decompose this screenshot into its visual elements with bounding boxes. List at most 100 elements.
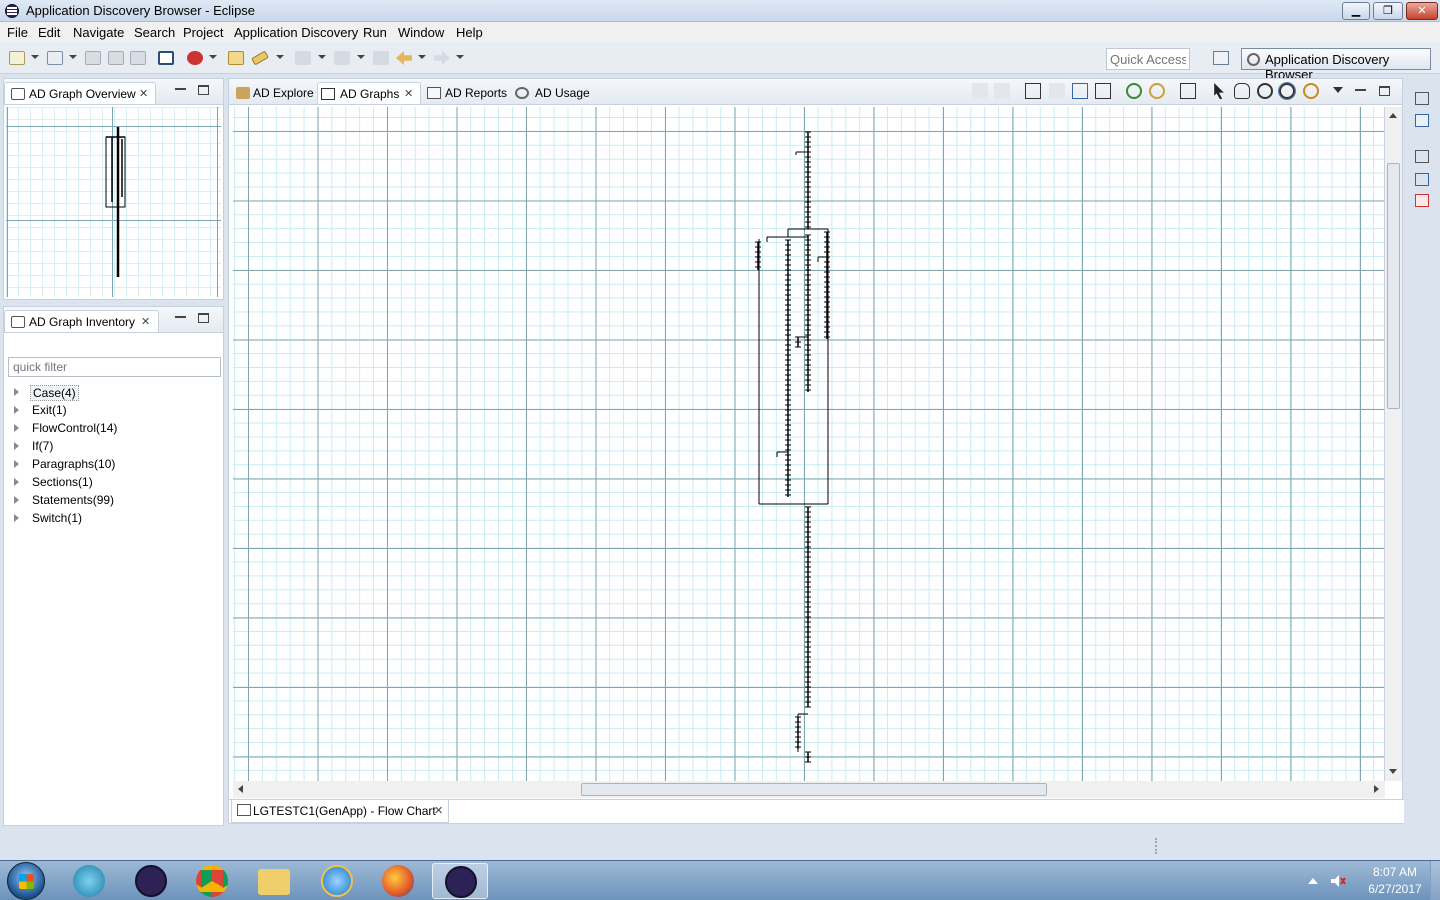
taskbar-eclipse-active[interactable] (432, 863, 488, 899)
scroll-down-icon[interactable] (1389, 769, 1397, 774)
menu-window[interactable]: Window (398, 25, 444, 40)
menu-run[interactable]: Run (363, 25, 387, 40)
collapse-right-icon[interactable] (994, 83, 1010, 99)
expand-icon[interactable] (14, 496, 19, 504)
clock-time[interactable]: 8:07 AM (1360, 865, 1430, 879)
expand-icon[interactable] (14, 406, 19, 414)
zoom-fit-icon[interactable] (1278, 82, 1296, 100)
filter-clear-icon[interactable] (1095, 83, 1111, 99)
close-tab-icon[interactable]: ✕ (434, 804, 443, 817)
expand-icon[interactable] (14, 514, 19, 522)
collapse-left-icon[interactable] (972, 83, 988, 99)
refresh-icon[interactable] (1126, 83, 1142, 99)
expand-icon[interactable] (14, 442, 19, 450)
new-package-icon[interactable] (47, 51, 63, 65)
show-desktop-button[interactable] (1430, 861, 1440, 900)
show-hidden-icons-icon[interactable] (1308, 878, 1318, 884)
save-all-icon[interactable] (108, 51, 124, 65)
properties-view-icon[interactable] (1415, 194, 1429, 207)
run-config-icon[interactable] (187, 51, 203, 65)
restore-button[interactable]: ❐ (1373, 2, 1403, 20)
expand-icon[interactable] (14, 478, 19, 486)
prev-annotation-dropdown-icon[interactable] (357, 55, 365, 59)
menu-application-discovery[interactable]: Application Discovery (234, 25, 358, 40)
zoom-icon[interactable] (1257, 83, 1273, 99)
filter-remove-icon[interactable] (1025, 83, 1041, 99)
scroll-up-icon[interactable] (1389, 113, 1397, 118)
taskbar-firefox[interactable] (370, 863, 426, 899)
minimize-icon[interactable] (175, 313, 186, 323)
restore-icon-2[interactable] (1415, 150, 1429, 163)
menu-edit[interactable]: Edit (38, 25, 60, 40)
minimize-button[interactable]: ▁ (1342, 2, 1370, 20)
tab-ad-explore[interactable]: AD Explore (231, 82, 317, 104)
save-icon[interactable] (85, 51, 101, 65)
graph-canvas[interactable] (233, 107, 1384, 781)
start-button[interactable] (7, 862, 45, 900)
forward-dropdown-icon[interactable] (456, 55, 464, 59)
center-icon[interactable] (1303, 83, 1319, 99)
prev-annotation-icon[interactable] (334, 51, 350, 65)
vertical-scrollbar[interactable] (1385, 107, 1402, 781)
taskbar-internet-explorer[interactable] (309, 863, 365, 899)
menu-help[interactable]: Help (456, 25, 483, 40)
tab-graph-overview[interactable]: AD Graph Overview ✕ (4, 82, 156, 104)
taskbar-winzip[interactable] (61, 863, 117, 899)
minimize-icon[interactable] (175, 85, 186, 95)
open-folder-icon[interactable] (228, 51, 244, 65)
menu-navigate[interactable]: Navigate (73, 25, 124, 40)
expand-icon[interactable] (14, 460, 19, 468)
scroll-right-icon[interactable] (1374, 785, 1379, 793)
filter-icon[interactable] (1049, 83, 1065, 99)
last-edit-icon[interactable] (373, 51, 389, 65)
horizontal-scrollbar[interactable] (233, 781, 1385, 798)
expand-icon[interactable] (14, 424, 19, 432)
print-icon[interactable] (130, 51, 146, 65)
menu-search[interactable]: Search (134, 25, 175, 40)
taskbar-eclipse[interactable] (123, 863, 179, 899)
tab-ad-reports[interactable]: AD Reports (425, 82, 511, 104)
back-dropdown-icon[interactable] (418, 55, 426, 59)
hierarchy-view-icon[interactable] (1415, 173, 1429, 186)
graph-canvas-viewport[interactable] (233, 107, 1385, 781)
maximize-icon[interactable] (1379, 86, 1390, 96)
scroll-left-icon[interactable] (238, 785, 243, 793)
pan-hand-icon[interactable] (1234, 83, 1250, 99)
next-annotation-icon[interactable] (295, 51, 311, 65)
outline-view-icon[interactable] (1415, 114, 1429, 127)
maximize-icon[interactable] (198, 85, 209, 95)
tab-ad-graphs[interactable]: AD Graphs ✕ (317, 82, 421, 104)
taskbar-file-explorer[interactable] (246, 863, 302, 899)
quick-access-input[interactable] (1106, 48, 1190, 70)
pencil-icon[interactable] (251, 50, 269, 66)
close-tab-icon[interactable]: ✕ (404, 87, 413, 100)
new-icon[interactable] (9, 51, 25, 65)
tab-flow-chart[interactable]: LGTESTC1(GenApp) - Flow Chart ✕ (231, 800, 449, 823)
run-config-dropdown-icon[interactable] (209, 55, 217, 59)
new-package-dropdown-icon[interactable] (69, 55, 77, 59)
new-dropdown-icon[interactable] (31, 55, 39, 59)
horizontal-scroll-thumb[interactable] (581, 783, 1047, 796)
close-button[interactable]: ✕ (1406, 2, 1438, 20)
taskbar-chrome[interactable] (184, 863, 240, 899)
tab-graph-inventory[interactable]: AD Graph Inventory ✕ (4, 310, 159, 332)
close-tab-icon[interactable]: ✕ (141, 315, 150, 328)
fit-graph-icon[interactable] (1180, 83, 1196, 99)
maximize-icon[interactable] (198, 313, 209, 323)
forward-icon[interactable] (434, 51, 450, 65)
perspective-button[interactable]: Application Discovery Browser (1241, 48, 1431, 82)
clock-date[interactable]: 6/27/2017 (1360, 882, 1430, 896)
filter-select-icon[interactable] (1072, 83, 1088, 99)
pencil-dropdown-icon[interactable] (276, 55, 284, 59)
close-tab-icon[interactable]: ✕ (139, 87, 148, 100)
menu-project[interactable]: Project (183, 25, 223, 40)
back-icon[interactable] (396, 51, 412, 65)
tab-ad-usage[interactable]: AD Usage (515, 82, 595, 104)
open-perspective-icon[interactable] (1213, 51, 1229, 65)
quick-filter-input[interactable] (8, 357, 221, 377)
next-annotation-dropdown-icon[interactable] (318, 55, 326, 59)
view-menu-icon[interactable] (1333, 87, 1343, 93)
link-icon[interactable] (1149, 83, 1165, 99)
restore-icon[interactable] (1415, 92, 1429, 105)
volume-muted-icon[interactable] (1330, 874, 1346, 888)
